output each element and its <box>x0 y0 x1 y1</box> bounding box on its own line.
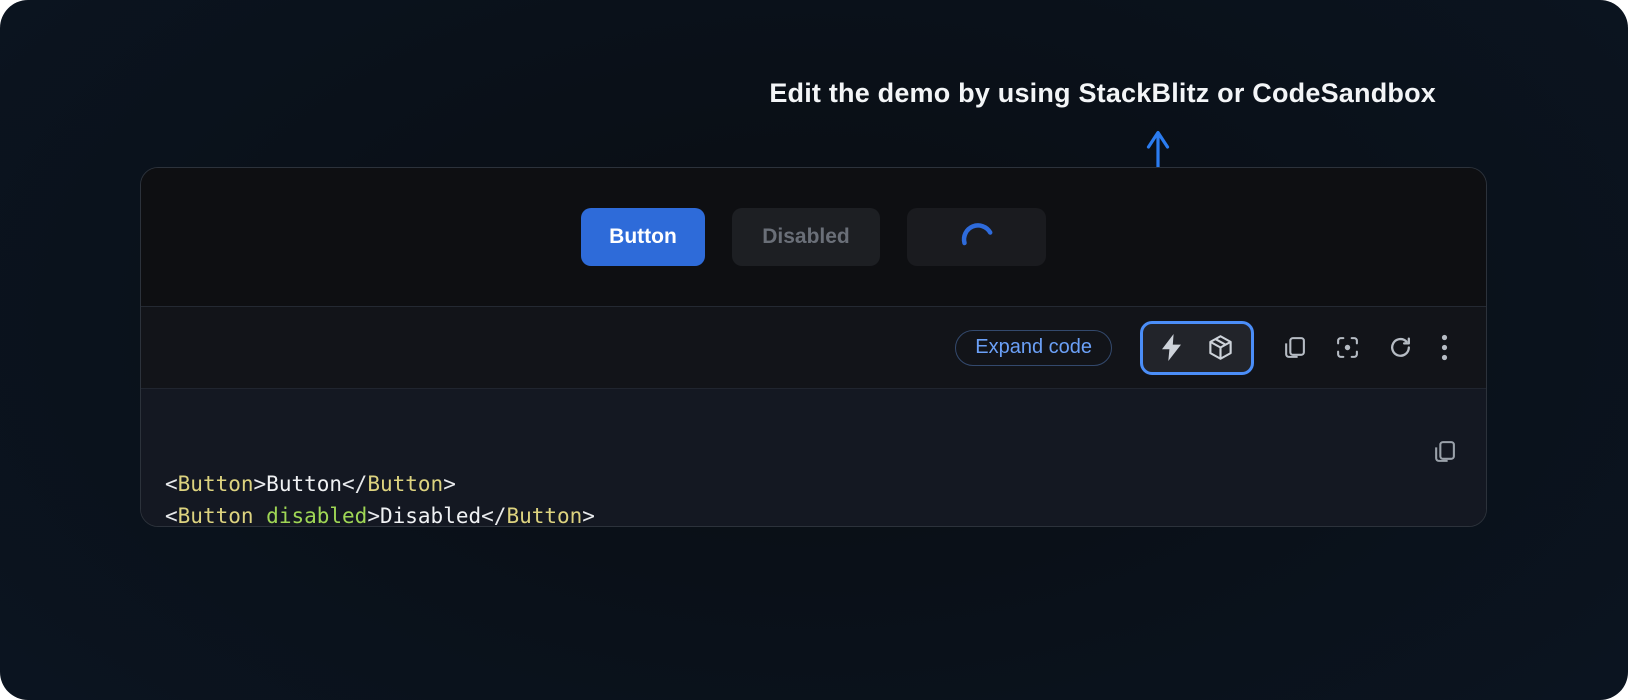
page: Edit the demo by using StackBlitz or Cod… <box>0 0 1628 700</box>
edit-actions-highlight-box <box>1140 321 1254 375</box>
disabled-button: Disabled <box>732 208 880 266</box>
codesandbox-cube-icon[interactable] <box>1207 334 1234 361</box>
loading-spinner-icon <box>960 220 994 254</box>
primary-button[interactable]: Button <box>581 208 705 266</box>
refresh-icon[interactable] <box>1388 335 1413 360</box>
code-lines: <Button>Button</Button><Button disabled>… <box>165 469 1462 527</box>
code-line: <Button disabled>Disabled</Button> <box>165 501 1462 528</box>
isolate-icon[interactable] <box>1335 335 1360 360</box>
code-line: <Button>Button</Button> <box>165 469 1462 501</box>
annotation-text: Edit the demo by using StackBlitz or Cod… <box>769 78 1436 109</box>
more-icon[interactable] <box>1441 334 1448 361</box>
stackblitz-bolt-icon[interactable] <box>1160 334 1183 361</box>
code-block: <Button>Button</Button><Button disabled>… <box>141 388 1486 527</box>
copy-icon[interactable] <box>1282 335 1307 360</box>
demo-preview-area: Button Disabled <box>141 168 1486 306</box>
copy-code-icon[interactable] <box>1331 407 1457 505</box>
demo-card: Button Disabled Expand code <box>140 167 1487 527</box>
loading-button[interactable] <box>907 208 1046 266</box>
expand-code-button[interactable]: Expand code <box>955 330 1112 366</box>
demo-toolbar: Expand code <box>141 306 1486 388</box>
